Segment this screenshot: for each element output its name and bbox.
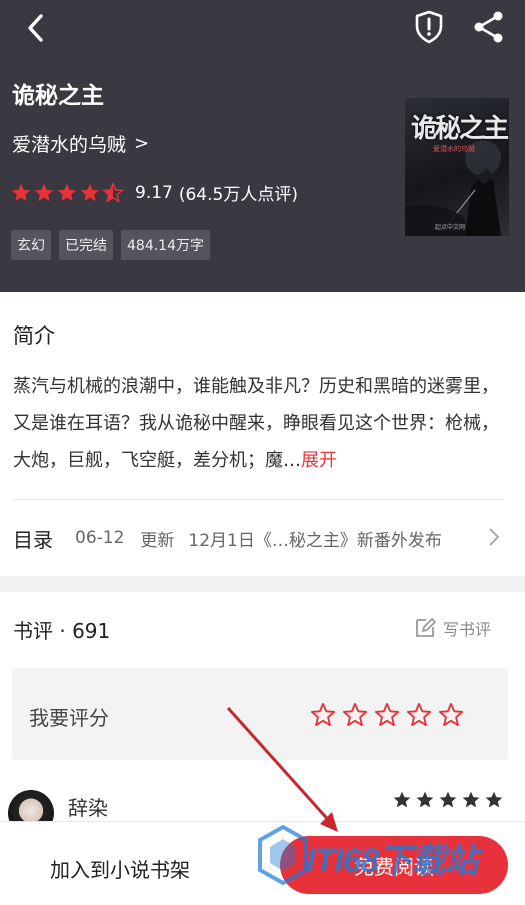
cover-publisher: 起点中文网	[435, 224, 466, 231]
rating-stars	[10, 181, 125, 204]
free-read-label: 免费阅读	[354, 854, 434, 879]
author-name: 爱潜水的乌贼	[12, 134, 127, 156]
rating-row: 9.17 (64.5万人点评)	[10, 180, 298, 205]
rate-stars	[309, 701, 469, 729]
report-button[interactable]	[410, 8, 448, 46]
chevron-right-icon	[489, 528, 500, 546]
write-review-button[interactable]: 写书评	[413, 616, 491, 640]
edit-icon	[416, 618, 436, 637]
share-button[interactable]	[470, 8, 508, 46]
author-link[interactable]: 爱潜水的乌贼 >	[12, 130, 149, 157]
write-review-label: 写书评	[443, 620, 492, 639]
star-outline-icon[interactable]	[405, 701, 433, 729]
book-header: 诡秘之主 爱潜水的乌贼 > 9.17 (64.5万人点评) 玄幻 已完结 484…	[0, 0, 525, 292]
toc-row[interactable]: 目录 06-12 更新 12月1日《…秘之主》新番外发布	[0, 500, 525, 576]
reviewer-name: 辞染	[68, 796, 108, 820]
add-to-shelf-button[interactable]: 加入到小说书架	[50, 854, 190, 883]
book-cover[interactable]: 诡秘之主 爱潜水的乌贼 起点中文网	[405, 98, 509, 236]
rating-score: 9.17	[135, 182, 173, 203]
reviewer-stars	[392, 790, 507, 810]
rate-label: 我要评分	[29, 706, 109, 730]
star-filled-icon	[485, 791, 503, 808]
intro-title: 简介	[13, 324, 55, 348]
bottom-action-bar: 加入到小说书架 免费阅读	[0, 821, 525, 905]
star-filled-icon	[34, 183, 54, 201]
tag-status: 已完结	[59, 230, 113, 260]
back-arrow-icon	[28, 14, 43, 42]
back-button[interactable]	[18, 10, 54, 46]
star-filled-icon	[11, 183, 31, 201]
chevron-right-icon: >	[134, 133, 150, 154]
star-filled-icon	[462, 791, 480, 808]
star-outline-icon[interactable]	[437, 701, 465, 729]
toc-update: 更新	[140, 530, 175, 551]
star-half-icon	[102, 181, 124, 203]
intro-text[interactable]: 蒸汽与机械的浪潮中，谁能触及非凡？历史和黑暗的迷雾里，又是谁在耳语？我从诡秘中醒…	[13, 368, 513, 479]
star-filled-icon	[393, 791, 411, 808]
book-title: 诡秘之主	[12, 83, 104, 109]
star-filled-icon	[439, 791, 457, 808]
rating-count: (64.5万人点评)	[178, 185, 298, 205]
star-outline-icon[interactable]	[373, 701, 401, 729]
free-read-button[interactable]: 免费阅读	[280, 836, 508, 894]
expand-link[interactable]: 展开	[301, 450, 337, 471]
share-icon	[474, 11, 503, 43]
shield-icon	[415, 10, 443, 44]
rate-box: 我要评分	[12, 668, 508, 760]
tag-word-count: 484.14万字	[121, 230, 210, 260]
tag-genre[interactable]: 玄幻	[11, 230, 51, 260]
star-filled-icon	[80, 183, 100, 201]
toc-label: 目录	[13, 527, 53, 552]
star-filled-icon	[57, 183, 77, 201]
star-outline-icon[interactable]	[341, 701, 369, 729]
cover-title: 诡秘之主	[411, 114, 509, 144]
toc-date: 06-12	[75, 528, 125, 548]
star-filled-icon	[416, 791, 434, 808]
tag-list: 玄幻 已完结 484.14万字	[11, 230, 218, 260]
toc-latest-chapter: 12月1日《…秘之主》新番外发布	[188, 530, 442, 551]
cover-author: 爱潜水的乌贼	[433, 145, 475, 153]
star-outline-icon[interactable]	[309, 701, 337, 729]
review-title: 书评 · 691	[13, 619, 111, 643]
intro-body: 蒸汽与机械的浪潮中，谁能触及非凡？历史和黑暗的迷雾里，又是谁在耳语？我从诡秘中醒…	[13, 376, 499, 471]
